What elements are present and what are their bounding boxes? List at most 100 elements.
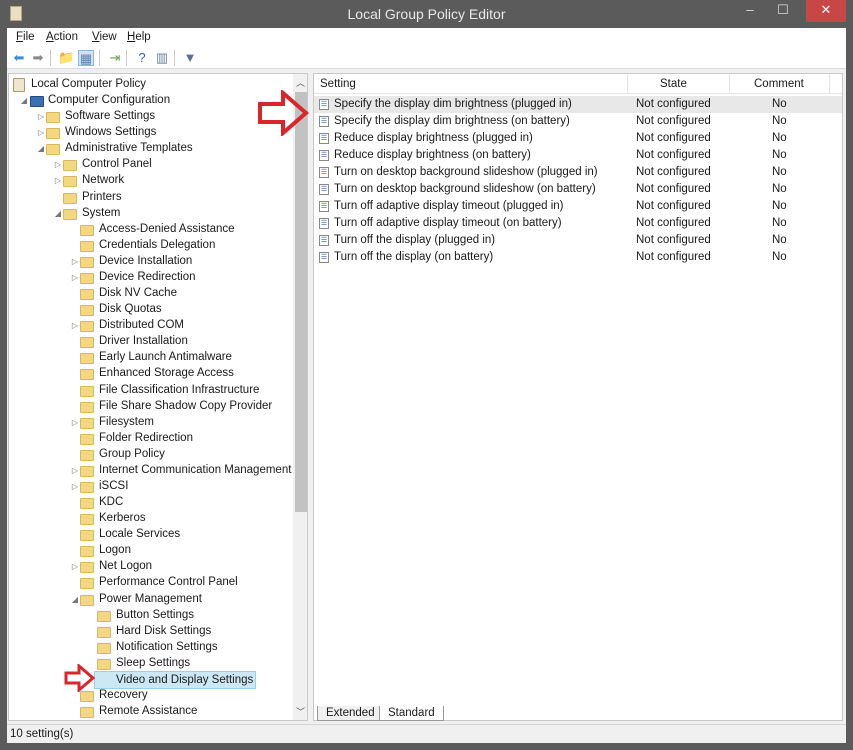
table-row[interactable]: ☰ Turn on desktop background slideshow (o… <box>314 181 842 198</box>
setting-name: Specify the display dim brightness (plug… <box>334 98 572 110</box>
tree-item[interactable]: ▷ Filesystem <box>9 415 293 431</box>
forward-icon[interactable]: ➡ <box>30 50 46 66</box>
scroll-up-icon[interactable]: ︿ <box>296 76 305 89</box>
collapsed-triangle-icon[interactable]: ▷ <box>70 479 80 495</box>
tree-item[interactable]: ▷ iSCSI <box>9 479 293 495</box>
tab-standard[interactable]: Standard <box>379 706 444 721</box>
folder-icon <box>80 401 94 413</box>
tree-item[interactable]: Notification Settings <box>9 640 293 656</box>
collapsed-triangle-icon[interactable]: ▷ <box>36 109 46 125</box>
toolbar: ⬅ ➡ 📁 ▦ ⇥? ▥ ▼ <box>7 47 846 69</box>
tree-item[interactable]: ▷ Net Logon <box>9 559 293 575</box>
tree-item[interactable]: Disk NV Cache <box>9 286 293 302</box>
folder-icon <box>80 578 94 590</box>
table-row[interactable]: ☰ Turn on desktop background slideshow (p… <box>314 164 842 181</box>
table-row[interactable]: ☰ Turn off the display (plugged in) Not co… <box>314 232 842 249</box>
tree-item[interactable]: ▷ Distributed COM <box>9 318 293 334</box>
tree-item[interactable]: Hard Disk Settings <box>9 624 293 640</box>
expanded-triangle-icon[interactable]: ◢ <box>36 141 46 157</box>
tree-item-label: Recovery <box>99 689 148 702</box>
tree-item[interactable]: Logon <box>9 543 293 559</box>
table-row[interactable]: ☰ Turn off adaptive display timeout (plug… <box>314 198 842 215</box>
tree-item[interactable]: Credentials Delegation <box>9 238 293 254</box>
collapsed-triangle-icon[interactable]: ▷ <box>53 157 63 173</box>
tree-item[interactable]: ◢ Computer Configuration <box>9 93 293 109</box>
tree-item[interactable]: ▷ Software Settings <box>9 109 293 125</box>
tree-item[interactable]: Video and Display Settings <box>9 670 293 689</box>
tree-item[interactable]: ◢ System <box>9 206 293 222</box>
tree-item[interactable]: Performance Control Panel <box>9 575 293 591</box>
collapsed-triangle-icon[interactable]: ▷ <box>70 415 80 431</box>
tree-item[interactable]: Button Settings <box>9 608 293 624</box>
close-button[interactable]: ✕ <box>806 0 846 22</box>
filter-icon[interactable]: ▼ <box>182 50 198 66</box>
tree-item[interactable]: ◢ Administrative Templates <box>9 141 293 157</box>
collapsed-triangle-icon[interactable]: ▷ <box>70 559 80 575</box>
menu-file[interactable]: File <box>16 31 35 43</box>
tree-item[interactable]: ▷ Network <box>9 173 293 189</box>
expanded-triangle-icon[interactable]: ◢ <box>19 93 29 109</box>
tree-item[interactable]: Driver Installation <box>9 334 293 350</box>
menu-help[interactable]: Help <box>127 31 151 43</box>
table-row[interactable]: ☰ Turn off the display (on battery) Not co… <box>314 249 842 266</box>
back-icon[interactable]: ⬅ <box>11 50 27 66</box>
menu-action[interactable]: Action <box>46 31 78 43</box>
tree-item[interactable]: Local Computer Policy <box>9 77 293 93</box>
expanded-triangle-icon[interactable]: ◢ <box>53 206 63 222</box>
tree-item[interactable]: File Classification Infrastructure <box>9 383 293 399</box>
minimize-button[interactable]: – <box>735 0 765 22</box>
column-comment[interactable]: Comment <box>754 78 804 90</box>
collapsed-triangle-icon[interactable]: ▷ <box>36 125 46 141</box>
tree-item[interactable]: Remote Assistance <box>9 704 293 720</box>
table-row[interactable]: ☰ Specify the display dim brightness (on … <box>314 113 842 130</box>
tree-item[interactable]: Folder Redirection <box>9 431 293 447</box>
tree-item[interactable]: Disk Quotas <box>9 302 293 318</box>
tree-item[interactable]: ▷ Control Panel <box>9 157 293 173</box>
show-hide-action-pane-icon[interactable]: ▥ <box>154 50 170 66</box>
collapsed-triangle-icon[interactable]: ▷ <box>70 254 80 270</box>
export-list-icon[interactable]: ⇥ <box>107 50 123 66</box>
tree-item-label: Performance Control Panel <box>99 576 238 589</box>
table-row[interactable]: ☰ Turn off adaptive display timeout (on b… <box>314 215 842 232</box>
expanded-triangle-icon[interactable]: ◢ <box>70 592 80 608</box>
tree-item[interactable]: Group Policy <box>9 447 293 463</box>
scrollbar-thumb[interactable] <box>295 92 307 512</box>
tree-item[interactable]: Sleep Settings <box>9 656 293 672</box>
folder-icon <box>46 112 60 124</box>
setting-state: Not configured <box>636 234 711 246</box>
collapsed-triangle-icon[interactable]: ▷ <box>70 318 80 334</box>
scroll-down-icon[interactable]: ﹀ <box>296 705 305 718</box>
maximize-button[interactable]: ☐ <box>768 0 798 22</box>
collapsed-triangle-icon[interactable]: ▷ <box>70 463 80 479</box>
tree-item[interactable]: Printers <box>9 190 293 206</box>
setting-state: Not configured <box>636 217 711 229</box>
tree-scrollbar[interactable]: ︿ ﹀ <box>293 74 307 720</box>
show-hide-tree-icon[interactable]: ▦ <box>78 50 94 66</box>
table-row[interactable]: ☰ Specify the display dim brightness (plu… <box>314 96 842 113</box>
tree-item[interactable]: ▷ Device Installation <box>9 254 293 270</box>
tree-item[interactable]: Enhanced Storage Access <box>9 366 293 382</box>
tree-item[interactable]: ◢ Power Management <box>9 592 293 608</box>
tree-item[interactable]: KDC <box>9 495 293 511</box>
up-folder-icon[interactable]: 📁 <box>58 50 74 66</box>
folder-icon <box>80 449 94 461</box>
menu-bar: File Action View Help <box>7 28 846 47</box>
tree-item[interactable]: ▷ Internet Communication Management <box>9 463 293 479</box>
tree-item[interactable]: Kerberos <box>9 511 293 527</box>
tree-item[interactable]: Recovery <box>9 688 293 704</box>
tree-item[interactable]: File Share Shadow Copy Provider <box>9 399 293 415</box>
tree-item[interactable]: ▷ Device Redirection <box>9 270 293 286</box>
collapsed-triangle-icon[interactable]: ▷ <box>70 270 80 286</box>
tree-item[interactable]: Access-Denied Assistance <box>9 222 293 238</box>
tree-item[interactable]: Early Launch Antimalware <box>9 350 293 366</box>
tab-extended[interactable]: Extended <box>317 706 384 721</box>
table-row[interactable]: ☰ Reduce display brightness (on battery) N… <box>314 147 842 164</box>
column-state[interactable]: State <box>660 78 687 90</box>
help-icon[interactable]: ? <box>134 50 150 66</box>
tree-item[interactable]: Locale Services <box>9 527 293 543</box>
table-row[interactable]: ☰ Reduce display brightness (plugged in) N… <box>314 130 842 147</box>
collapsed-triangle-icon[interactable]: ▷ <box>53 173 63 189</box>
column-setting[interactable]: Setting <box>320 78 356 90</box>
menu-view[interactable]: View <box>92 31 117 43</box>
tree-item[interactable]: ▷ Windows Settings <box>9 125 293 141</box>
